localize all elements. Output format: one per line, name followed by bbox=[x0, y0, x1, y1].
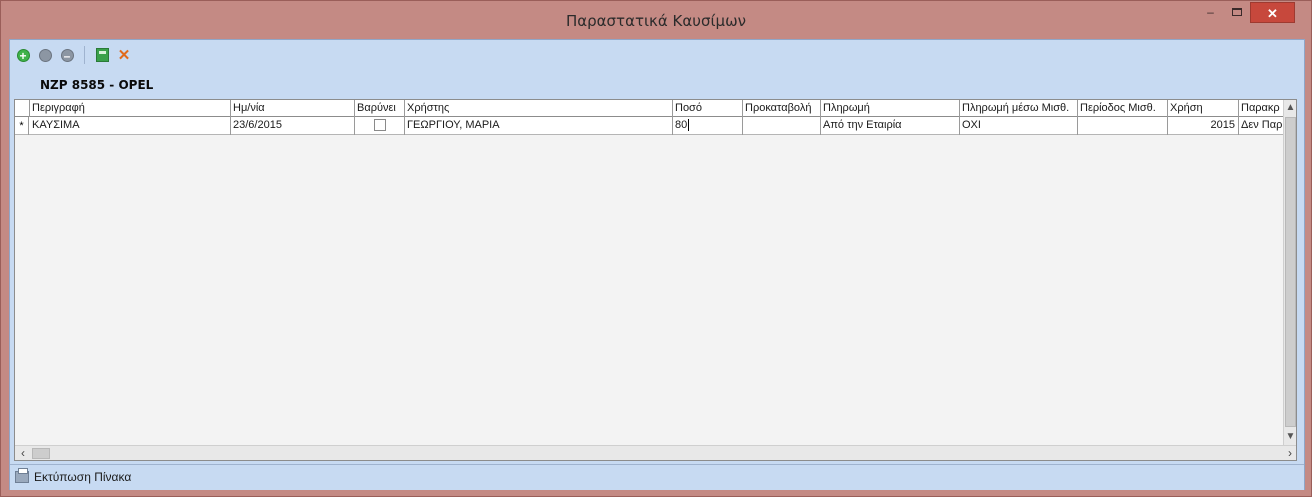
save-button[interactable] bbox=[93, 46, 111, 64]
column-header-payment[interactable]: Πληρωμή bbox=[821, 100, 960, 117]
cell-payroll-payment[interactable]: ΟΧΙ bbox=[960, 117, 1078, 135]
column-header-date[interactable]: Ημ/νία bbox=[231, 100, 355, 117]
client-area: + – ✕ NZP 8585 - OPEL Περιγραφή Ημ/νία Β bbox=[9, 39, 1305, 490]
status-bar: Εκτύπωση Πίνακα bbox=[10, 464, 1304, 490]
horizontal-scrollbar[interactable]: ‹ › bbox=[15, 445, 1296, 460]
delete-icon: – bbox=[60, 48, 74, 62]
cell-advance[interactable] bbox=[743, 117, 821, 135]
cell-payment[interactable]: Από την Εταιρία bbox=[821, 117, 960, 135]
print-table-button[interactable]: Εκτύπωση Πίνακα bbox=[15, 468, 132, 484]
vehicle-label: NZP 8585 - OPEL bbox=[40, 78, 154, 92]
edit-button[interactable] bbox=[36, 46, 54, 64]
column-header-advance[interactable]: Προκαταβολή bbox=[743, 100, 821, 117]
cell-date[interactable]: 23/6/2015 bbox=[231, 117, 355, 135]
edit-icon bbox=[38, 48, 52, 62]
charged-checkbox[interactable] bbox=[373, 119, 386, 131]
fuel-documents-window: Παραστατικά Καυσίμων – ✕ + – ✕ NZP 8585 … bbox=[0, 0, 1312, 497]
scroll-down-icon[interactable]: ▼ bbox=[1284, 429, 1296, 445]
print-table-label: Εκτύπωση Πίνακα bbox=[34, 470, 132, 484]
tools-button[interactable]: ✕ bbox=[115, 46, 133, 64]
close-button[interactable]: ✕ bbox=[1250, 2, 1295, 23]
toolbar: + – ✕ bbox=[14, 44, 133, 66]
column-header-note[interactable]: Παρακρ bbox=[1239, 100, 1285, 117]
text-caret bbox=[688, 119, 690, 132]
column-header-payroll-payment[interactable]: Πληρωμή μέσω Μισθ. bbox=[960, 100, 1078, 117]
cell-user[interactable]: ΓΕΩΡΓΙΟΥ, ΜΑΡΙΑ bbox=[405, 117, 673, 135]
scroll-right-icon[interactable]: › bbox=[1282, 446, 1296, 460]
column-header-user[interactable]: Χρήστης bbox=[405, 100, 673, 117]
cell-amount[interactable]: 80 bbox=[673, 117, 743, 135]
maximize-icon bbox=[1232, 8, 1242, 16]
add-icon: + bbox=[16, 48, 30, 62]
title-bar[interactable]: Παραστατικά Καυσίμων – ✕ bbox=[1, 1, 1311, 39]
row-marker[interactable]: * bbox=[15, 117, 29, 135]
tools-icon: ✕ bbox=[117, 46, 131, 64]
fuel-table[interactable]: Περιγραφή Ημ/νία Βαρύνει Χρήστης Ποσό Πρ… bbox=[14, 99, 1297, 461]
cell-description[interactable]: ΚΑΥΣΙΜΑ bbox=[30, 117, 231, 135]
scroll-up-icon[interactable]: ▲ bbox=[1284, 100, 1296, 116]
column-header-usage[interactable]: Χρήση bbox=[1168, 100, 1239, 117]
add-button[interactable]: + bbox=[14, 46, 32, 64]
table-header: Περιγραφή Ημ/νία Βαρύνει Χρήστης Ποσό Πρ… bbox=[15, 100, 1296, 117]
cell-note[interactable]: Δεν Παρ bbox=[1239, 117, 1285, 135]
amount-value: 80 bbox=[675, 119, 688, 131]
cell-usage[interactable]: 2015 bbox=[1168, 117, 1239, 135]
printer-icon bbox=[15, 468, 29, 483]
vertical-scroll-thumb[interactable] bbox=[1285, 117, 1296, 427]
minimize-button[interactable]: – bbox=[1197, 5, 1224, 26]
cell-payroll-period[interactable] bbox=[1078, 117, 1168, 135]
horizontal-scroll-thumb[interactable] bbox=[32, 448, 50, 459]
save-icon bbox=[95, 48, 109, 62]
column-header-amount[interactable]: Ποσό bbox=[673, 100, 743, 117]
column-header-payroll-period[interactable]: Περίοδος Μισθ. bbox=[1078, 100, 1168, 117]
cell-charged[interactable] bbox=[355, 117, 405, 135]
scroll-left-icon[interactable]: ‹ bbox=[15, 446, 31, 460]
column-header-charged[interactable]: Βαρύνει bbox=[355, 100, 405, 117]
row-selector-header bbox=[15, 100, 30, 117]
maximize-button[interactable] bbox=[1224, 5, 1250, 26]
column-header-description[interactable]: Περιγραφή bbox=[30, 100, 231, 117]
vertical-scrollbar[interactable]: ▲ ▼ bbox=[1283, 100, 1296, 445]
table-row[interactable]: * ΚΑΥΣΙΜΑ 23/6/2015 ΓΕΩΡΓΙΟΥ, ΜΑΡΙΑ 80 Α… bbox=[15, 117, 1285, 135]
delete-button[interactable]: – bbox=[58, 46, 76, 64]
toolbar-separator bbox=[84, 46, 85, 64]
window-title: Παραστατικά Καυσίμων bbox=[565, 12, 747, 30]
